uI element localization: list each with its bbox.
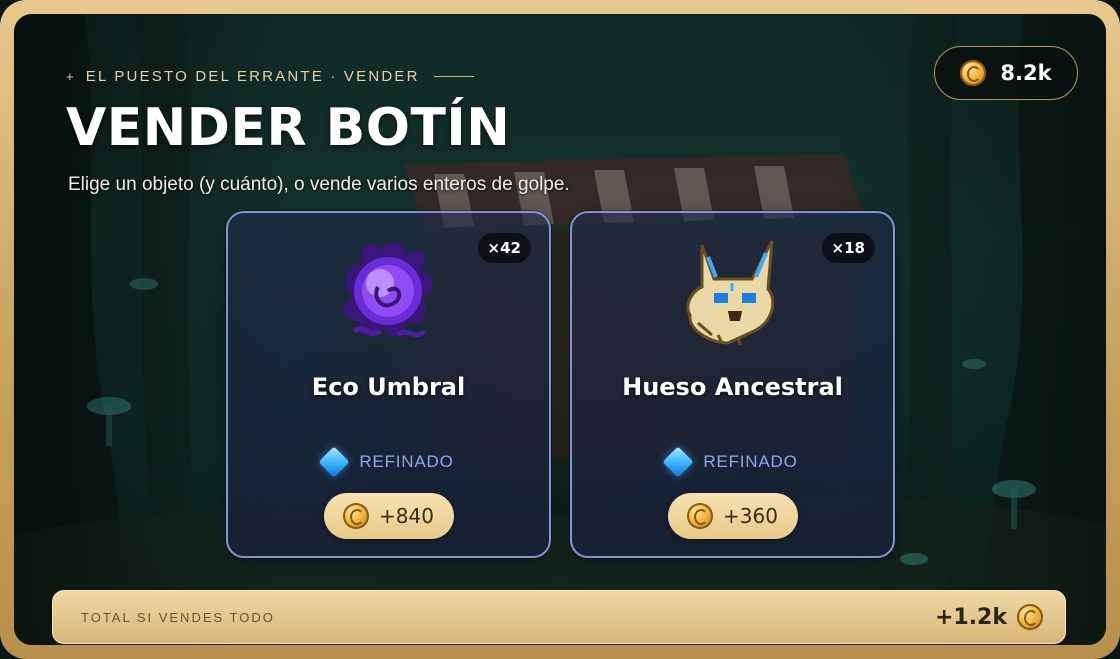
item-rarity: REFINADO [228, 446, 549, 478]
item-rarity: REFINADO [572, 446, 893, 478]
item-name: Hueso Ancestral [622, 373, 843, 401]
item-quantity-badge: ×18 [821, 233, 875, 263]
purple-orb-icon [343, 241, 433, 338]
blue-diamond-icon [662, 446, 694, 478]
coin-balance-amount: 8.2k [1000, 61, 1052, 85]
total-amount: +1.2k [934, 604, 1007, 630]
coin-balance: 8.2k [934, 46, 1078, 100]
blue-diamond-icon [318, 446, 350, 478]
eyebrow-text: EL PUESTO DEL ERRANTE · VENDER [85, 68, 420, 85]
total-value: +1.2k [935, 604, 1043, 630]
coin-icon [343, 503, 370, 529]
sell-price-button[interactable]: +840 [323, 493, 454, 539]
page-subtitle: Elige un objeto (y cuánto), o vende vari… [68, 174, 570, 195]
coin-icon [1017, 604, 1043, 630]
swamp-market-scene: + EL PUESTO DEL ERRANTE · VENDER VENDER … [14, 14, 1106, 645]
coin-icon [687, 503, 714, 529]
rarity-label: REFINADO [359, 452, 454, 471]
page-title: VENDER BOTÍN [66, 98, 511, 158]
total-label: TOTAL SI VENDES TODO [81, 609, 275, 625]
sell-all-total-bar[interactable]: TOTAL SI VENDES TODO +1.2k [52, 590, 1066, 644]
item-card-eco-umbral[interactable]: ×42 Eco Umbral REFINADO +840 [226, 211, 551, 558]
sell-price-amount: +360 [723, 504, 778, 528]
coin-icon [960, 60, 987, 86]
section-eyebrow: + EL PUESTO DEL ERRANTE · VENDER [66, 68, 474, 85]
sparkle-icon: + [66, 69, 76, 84]
sell-price-amount: +840 [379, 504, 434, 528]
rarity-label: REFINADO [703, 452, 798, 471]
eyebrow-divider [433, 76, 474, 77]
game-frame: + EL PUESTO DEL ERRANTE · VENDER VENDER … [0, 0, 1120, 659]
item-name: Eco Umbral [311, 373, 466, 401]
item-card-hueso-ancestral[interactable]: ×18 Hueso Ancestral REFINADO +360 [570, 211, 895, 558]
item-quantity-badge: ×42 [477, 233, 531, 263]
wolf-skull-icon [685, 240, 774, 346]
sell-price-button[interactable]: +360 [667, 493, 798, 539]
